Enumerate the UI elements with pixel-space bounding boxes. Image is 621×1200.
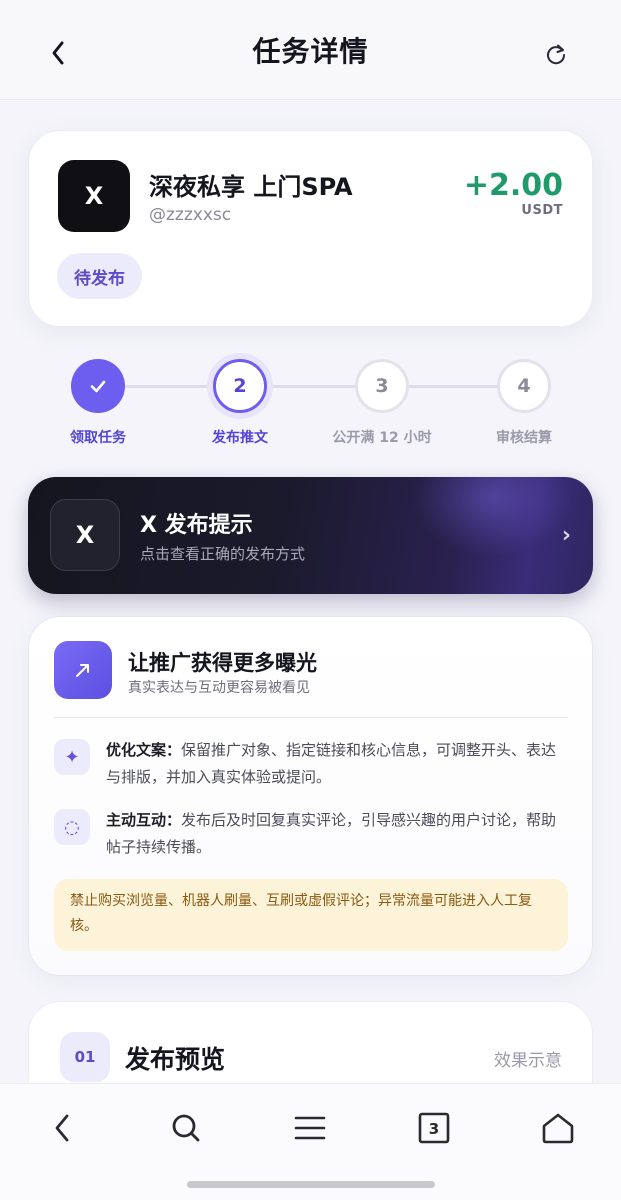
tab-count: 3: [429, 1120, 439, 1138]
progress-steps: 2 3 4 领取任务 发布推文 公开满 12 小时 审核结算: [0, 355, 621, 455]
step-3-circle: 3: [355, 359, 409, 413]
banner-subtitle: 点击查看正确的发布方式: [140, 545, 306, 563]
task-name: 深夜私享 上门SPA: [149, 173, 353, 201]
refresh-icon: [547, 44, 566, 65]
tip-label: 优化文案：: [106, 741, 182, 759]
menu-icon: [294, 1116, 326, 1140]
trend-arrow-icon: [54, 641, 112, 699]
x-logo: X: [58, 160, 130, 232]
tips-title: 让推广获得更多曝光: [128, 651, 317, 675]
top-header: 任务详情: [0, 0, 621, 100]
preview-hint: 效果示意: [494, 1051, 562, 1071]
home-icon: [542, 1113, 574, 1144]
task-card: X 深夜私享 上门SPA @zzzxxsc +2.00 USDT 待发布: [28, 130, 593, 327]
refresh-button[interactable]: [540, 38, 572, 70]
chevron-left-icon: [55, 1114, 69, 1142]
reward-unit: USDT: [521, 203, 563, 218]
page-title: 任务详情: [252, 35, 369, 68]
section-number: 01: [60, 1032, 110, 1082]
task-handle: @zzzxxsc: [149, 205, 232, 225]
browser-back-button[interactable]: [38, 1104, 86, 1152]
step-4-circle: 4: [497, 359, 551, 413]
step-connector: [125, 385, 213, 388]
divider: [54, 717, 568, 718]
step-connector: [267, 385, 355, 388]
browser-search-button[interactable]: [162, 1104, 210, 1152]
step-1-label: 领取任务: [70, 430, 126, 446]
banner-title: X 发布提示: [140, 513, 253, 538]
step-3-label: 公开满 12 小时: [332, 430, 432, 446]
browser-menu-button[interactable]: [286, 1104, 334, 1152]
step-2-label: 发布推文: [212, 430, 268, 446]
browser-toolbar: 3: [0, 1083, 621, 1200]
tips-subtitle: 真实表达与互动更容易被看见: [128, 680, 310, 696]
tip-label: 主动互动：: [106, 811, 182, 829]
dotted-circle-icon: ◌: [54, 809, 90, 845]
x-publish-tips-banner[interactable]: X X 发布提示 点击查看正确的发布方式 ›: [28, 477, 593, 594]
home-indicator: [187, 1181, 435, 1188]
tip-text: 优化文案：保留推广对象、指定链接和核心信息，可调整开头、表达与排版，并加入真实体…: [106, 737, 568, 791]
browser-home-button[interactable]: [534, 1104, 582, 1152]
step-connector: [409, 385, 497, 388]
search-icon: [172, 1114, 200, 1142]
browser-tabs-button[interactable]: 3: [410, 1104, 458, 1152]
check-icon: [90, 380, 106, 393]
step-4-label: 审核结算: [496, 430, 552, 446]
status-badge: 待发布: [57, 253, 142, 299]
banner-glow: [413, 477, 573, 557]
chevron-right-icon: ›: [561, 523, 571, 548]
reward: +2.00 USDT: [463, 168, 563, 219]
tabs-icon: 3: [418, 1112, 450, 1144]
step-2-circle: 2: [213, 359, 267, 413]
tip-text: 主动互动：发布后及时回复真实评论，引导感兴趣的用户讨论，帮助帖子持续传播。: [106, 807, 568, 861]
warning-notice: 禁止购买浏览量、机器人刷量、互刷或虚假评论；异常流量可能进入人工复核。: [54, 879, 568, 951]
step-1-circle: [71, 359, 125, 413]
reward-amount: +2.00: [463, 168, 563, 203]
preview-title: 发布预览: [125, 1045, 226, 1074]
sparkle-icon: ✦: [54, 739, 90, 775]
exposure-tips-card: 让推广获得更多曝光 真实表达与互动更容易被看见 ✦ 优化文案：保留推广对象、指定…: [28, 616, 593, 976]
x-logo-icon: X: [50, 499, 120, 571]
